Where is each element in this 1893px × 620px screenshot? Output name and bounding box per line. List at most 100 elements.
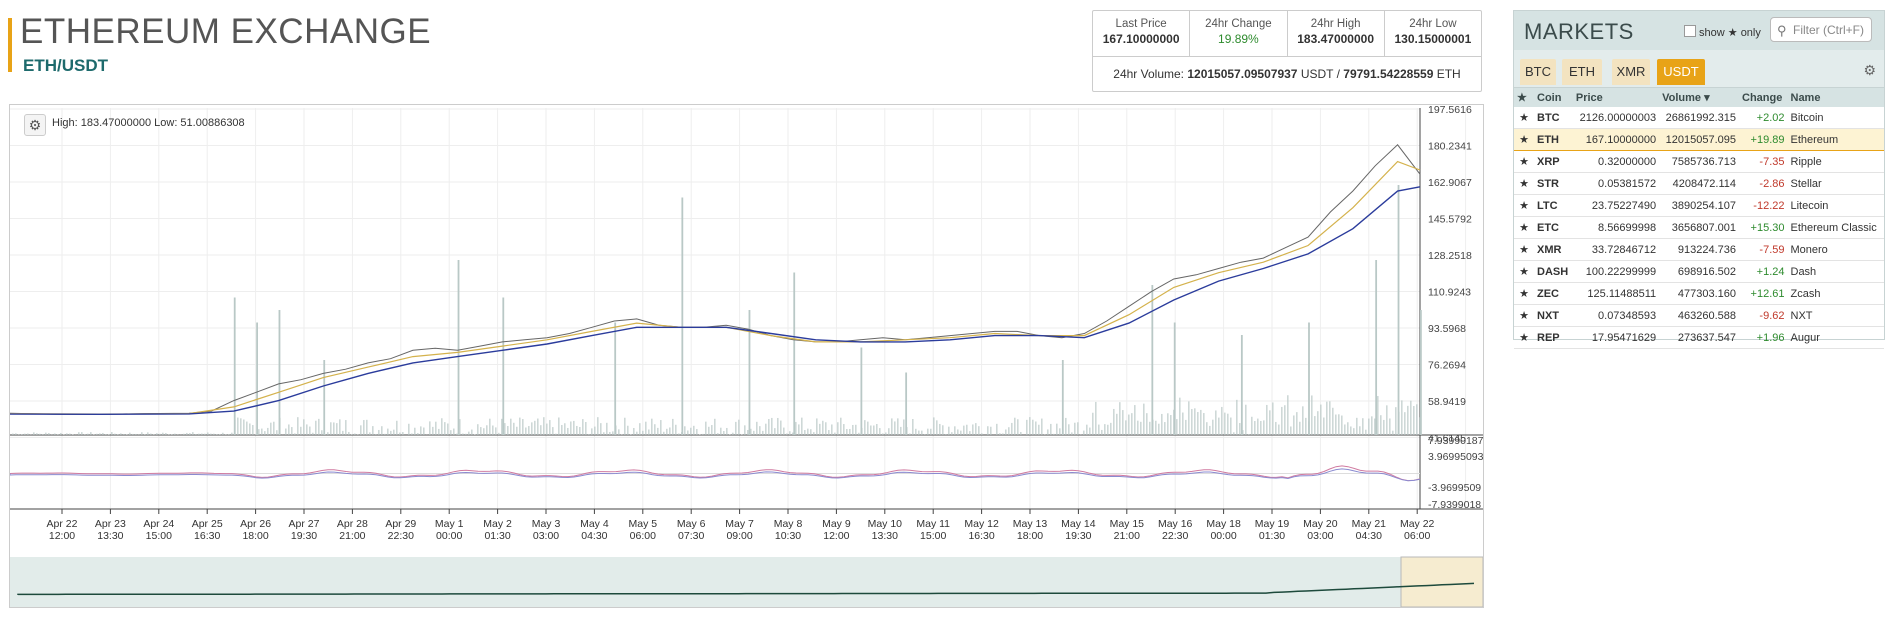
time-axis-time: 13:30 bbox=[97, 530, 123, 542]
volume-bar bbox=[354, 433, 356, 435]
time-axis-date: Apr 24 bbox=[143, 518, 174, 530]
column-header[interactable]: Coin bbox=[1534, 88, 1573, 107]
change-cell: -2.86 bbox=[1739, 172, 1788, 195]
star-icon[interactable]: ★ bbox=[1514, 216, 1534, 239]
star-icon[interactable]: ★ bbox=[1514, 304, 1534, 327]
gear-icon[interactable]: ⚙ bbox=[24, 114, 46, 136]
column-header[interactable]: Change bbox=[1739, 88, 1788, 107]
volume-bar bbox=[1146, 413, 1148, 435]
gear-icon[interactable]: ⚙ bbox=[1863, 62, 1876, 79]
volume-bar bbox=[1041, 418, 1043, 435]
table-row[interactable]: ★ DASH 100.22299999 698916.502 +1.24 Dash bbox=[1514, 260, 1884, 283]
price-cell: 17.95471629 bbox=[1572, 326, 1660, 349]
volume-bar bbox=[855, 424, 857, 435]
table-row[interactable]: ★ STR 0.05381572 4208472.114 -2.86 Stellar bbox=[1514, 172, 1884, 195]
volume-bar bbox=[1029, 417, 1031, 435]
volume-bar bbox=[1149, 421, 1151, 435]
volume-bar bbox=[858, 432, 860, 435]
volume-bar bbox=[123, 434, 125, 435]
change-cell: +12.61 bbox=[1739, 282, 1788, 305]
volume-bar bbox=[69, 433, 71, 435]
volume-bar bbox=[456, 433, 458, 435]
star-icon[interactable]: ★ bbox=[1514, 150, 1534, 173]
volume-bar bbox=[1404, 412, 1406, 435]
star-icon[interactable]: ★ bbox=[1514, 260, 1534, 283]
volume-bar bbox=[891, 418, 893, 435]
star-icon[interactable]: ★ bbox=[1514, 128, 1534, 151]
macd-signal-line bbox=[10, 468, 1421, 482]
coin-cell: LTC bbox=[1534, 194, 1573, 217]
volume-bar bbox=[783, 427, 785, 435]
volume-bar bbox=[363, 420, 365, 435]
volume-bar bbox=[285, 428, 287, 435]
volume-bar bbox=[1272, 402, 1274, 435]
column-header[interactable]: Volume ▾ bbox=[1659, 88, 1740, 107]
stat-value: 19.89% bbox=[1218, 32, 1259, 46]
volume-bar bbox=[717, 433, 719, 435]
column-header[interactable]: Name bbox=[1787, 88, 1884, 107]
volume-bar bbox=[48, 433, 50, 435]
volume-bar bbox=[933, 417, 935, 435]
time-axis-time: 03:00 bbox=[533, 530, 559, 542]
table-row[interactable]: ★ ZEC 125.11488511 477303.160 +12.61 Zcash bbox=[1514, 282, 1884, 305]
star-icon[interactable]: ★ bbox=[1514, 107, 1534, 129]
time-axis-time: 13:30 bbox=[872, 530, 898, 542]
filter-input[interactable]: ⚲ Filter (Ctrl+F) bbox=[1770, 17, 1872, 42]
volume-cell: 3656807.001 bbox=[1659, 216, 1740, 239]
star-icon[interactable]: ★ bbox=[1514, 172, 1534, 195]
volume-bar bbox=[1005, 429, 1007, 435]
volume-bar bbox=[1140, 421, 1142, 435]
table-row[interactable]: ★ XMR 33.72846712 913224.736 -7.59 Monero bbox=[1514, 238, 1884, 261]
tab-eth[interactable]: ETH bbox=[1562, 59, 1602, 85]
volume-bar bbox=[954, 426, 956, 435]
price-cell: 0.07348593 bbox=[1572, 304, 1660, 327]
volume-bar bbox=[747, 429, 749, 435]
checkbox-icon[interactable] bbox=[1684, 25, 1696, 37]
volume-bar bbox=[1323, 417, 1325, 435]
time-axis-time: 00:00 bbox=[1210, 530, 1236, 542]
volume-bar bbox=[345, 420, 347, 435]
volume-bar bbox=[930, 428, 932, 435]
table-row[interactable]: ★ LTC 23.75227490 3890254.107 -12.22 Litecoin bbox=[1514, 194, 1884, 217]
time-axis-date: Apr 27 bbox=[289, 518, 320, 530]
volume-bar bbox=[849, 428, 851, 435]
column-header[interactable]: Price bbox=[1572, 88, 1660, 107]
volume-bar bbox=[189, 433, 191, 435]
table-row[interactable]: ★ BTC 2126.00000003 26861992.315 +2.02 Bitcoi… bbox=[1514, 107, 1884, 129]
table-row[interactable]: ★ ETC 8.56699998 3656807.001 +15.30 Ethereum … bbox=[1514, 216, 1884, 239]
chart-canvas[interactable]: 197.5616 180.2341 162.9067 145.5792 128.2518… bbox=[10, 105, 1483, 607]
volume-prefix: 24hr Volume: bbox=[1113, 67, 1184, 81]
volume-bar bbox=[1086, 424, 1088, 435]
tab-usdt[interactable]: USDT bbox=[1657, 59, 1705, 85]
table-row[interactable]: ★ XRP 0.32000000 7585736.713 -7.35 Ripple bbox=[1514, 150, 1884, 173]
volume-bar bbox=[1245, 404, 1247, 435]
star-icon[interactable]: ★ bbox=[1514, 88, 1534, 107]
volume-bar bbox=[888, 428, 890, 435]
table-row[interactable]: ★ REP 17.95471629 273637.547 +1.96 Augur bbox=[1514, 326, 1884, 349]
star-icon[interactable]: ★ bbox=[1514, 282, 1534, 305]
volume-bar bbox=[966, 424, 968, 435]
volume-bar bbox=[60, 432, 62, 435]
volume-spike bbox=[233, 297, 236, 435]
volume-bar bbox=[519, 417, 521, 435]
volume-bar bbox=[1335, 414, 1337, 435]
table-row[interactable]: ★ ETH 167.10000000 12015057.095 +19.89 Ethere… bbox=[1514, 128, 1884, 151]
volume-bar bbox=[318, 418, 320, 435]
time-axis-date: May 12 bbox=[964, 518, 999, 530]
coin-cell: DASH bbox=[1534, 260, 1573, 283]
volume-spike bbox=[1397, 185, 1400, 435]
tab-btc[interactable]: BTC bbox=[1520, 59, 1556, 85]
volume-bar bbox=[1332, 407, 1334, 435]
star-icon[interactable]: ★ bbox=[1514, 194, 1534, 217]
star-icon[interactable]: ★ bbox=[1514, 238, 1534, 261]
volume-bar bbox=[591, 428, 593, 435]
price-chart[interactable]: 197.5616 180.2341 162.9067 145.5792 128.2518… bbox=[9, 104, 1484, 608]
show-only-starred-toggle[interactable]: show ★ only bbox=[1684, 25, 1761, 39]
table-row[interactable]: ★ NXT 0.07348593 463260.588 -9.62 NXT bbox=[1514, 304, 1884, 327]
volume-bar bbox=[1338, 414, 1340, 435]
volume-bar bbox=[1176, 419, 1178, 435]
tab-xmr[interactable]: XMR bbox=[1612, 59, 1650, 85]
star-icon[interactable]: ★ bbox=[1514, 326, 1534, 349]
name-cell: Augur bbox=[1787, 326, 1884, 349]
volume-bar bbox=[39, 433, 41, 435]
